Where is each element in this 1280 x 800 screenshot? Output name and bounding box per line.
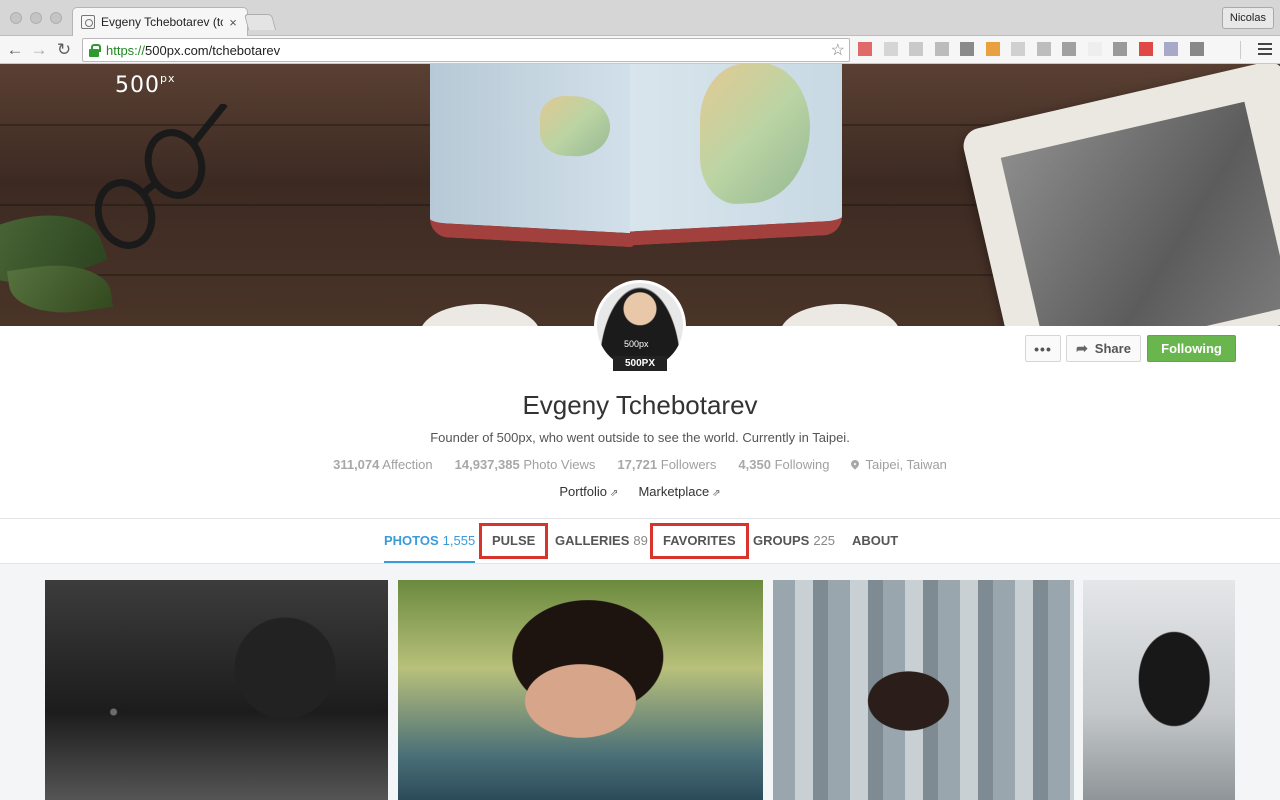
following-button[interactable]: Following — [1147, 335, 1236, 362]
toolbar-divider — [1240, 41, 1241, 59]
profile-tabs: PHOTOS 1,555 PULSE GALLERIES 89 FAVORITES … — [0, 518, 1280, 564]
stat-followers[interactable]: 17,721 Followers — [617, 457, 716, 472]
new-tab-button[interactable] — [243, 14, 277, 30]
stat-affection: 311,074 Affection — [333, 457, 433, 472]
url-scheme: https:// — [106, 42, 146, 58]
profile-name: Evgeny Tchebotarev — [522, 390, 758, 420]
location-pin-icon — [849, 458, 862, 470]
extension-icon[interactable] — [960, 42, 974, 56]
window-maximize-icon[interactable] — [50, 12, 62, 24]
extension-icon[interactable] — [909, 42, 923, 56]
bookmark-star-icon[interactable]: ☆ — [831, 40, 845, 60]
extension-icon[interactable] — [1011, 42, 1025, 56]
favicon-icon — [81, 15, 95, 29]
browser-menu-icon[interactable] — [1258, 40, 1272, 60]
extension-icon[interactable] — [1087, 42, 1102, 56]
500px-logo[interactable]: 500px — [115, 72, 176, 98]
cup-image — [420, 304, 540, 326]
extension-icon[interactable] — [883, 42, 898, 56]
tab-about[interactable]: ABOUT — [852, 519, 898, 563]
extension-icon[interactable] — [934, 42, 949, 56]
avatar-badge: 500PX — [613, 356, 667, 371]
photo-thumbnail[interactable] — [45, 580, 388, 800]
photo-thumbnail[interactable] — [1083, 580, 1235, 800]
stat-photo-views: 14,937,385 Photo Views — [454, 457, 596, 472]
eyeglasses-image — [95, 104, 228, 249]
profile-bio: Founder of 500px, who went outside to se… — [430, 430, 850, 445]
photo-thumbnail[interactable] — [773, 580, 1074, 800]
extension-icon[interactable] — [1189, 42, 1204, 56]
profile-stats: 311,074 Affection 14,937,385 Photo Views… — [0, 457, 1280, 472]
extension-icon[interactable] — [858, 42, 872, 56]
extension-icon[interactable] — [1164, 42, 1178, 56]
external-link-icon: ⇗ — [610, 488, 619, 499]
photo-thumbnail[interactable] — [398, 580, 763, 800]
browser-tab[interactable]: Evgeny Tchebotarev (tcheb × — [72, 7, 248, 36]
window-minimize-icon[interactable] — [30, 12, 42, 24]
stat-following[interactable]: 4,350 Following — [738, 457, 829, 472]
tab-title: Evgeny Tchebotarev (tcheb — [101, 15, 223, 29]
tab-groups[interactable]: GROUPS 225 — [753, 519, 835, 563]
tab-photos[interactable]: PHOTOS 1,555 — [384, 519, 476, 563]
photo-grid — [0, 564, 1280, 800]
cup-image — [780, 304, 900, 326]
share-label: Share — [1094, 341, 1131, 356]
url-path: 500px.com/tchebotarev — [145, 42, 281, 58]
tab-pulse[interactable]: PULSE — [479, 523, 549, 559]
window-close-icon[interactable] — [10, 12, 22, 24]
extension-icon[interactable] — [1113, 42, 1127, 56]
extension-icon[interactable] — [1138, 42, 1153, 56]
avatar-shirt-text: 500px — [624, 339, 649, 349]
stat-location: Taipei, Taiwan — [849, 457, 947, 472]
extension-icon[interactable] — [985, 42, 1000, 56]
reload-icon[interactable]: ↻ — [53, 39, 75, 61]
external-link-icon: ⇗ — [712, 488, 721, 499]
tab-galleries[interactable]: GALLERIES 89 — [555, 519, 648, 563]
profile-user-button[interactable]: Nicolas — [1221, 7, 1274, 29]
more-options-button[interactable]: ••• — [1025, 335, 1061, 362]
profile-links: Portfolio ⇗ Marketplace ⇗ — [0, 484, 1280, 499]
extension-icon[interactable] — [1036, 42, 1051, 56]
forward-arrow-icon[interactable]: → — [28, 39, 50, 61]
back-arrow-icon[interactable]: ← — [4, 39, 26, 61]
tab-favorites[interactable]: FAVORITES — [650, 523, 749, 559]
share-button[interactable]: ➦ Share — [1066, 335, 1141, 362]
browser-titlebar: Evgeny Tchebotarev (tcheb × Nicolas — [0, 0, 1280, 36]
lock-icon — [89, 43, 101, 57]
tab-close-icon[interactable]: × — [227, 15, 239, 30]
share-arrow-icon: ➦ — [1076, 340, 1088, 356]
portfolio-link[interactable]: Portfolio ⇗ — [559, 484, 618, 499]
extension-icon[interactable] — [1062, 42, 1076, 56]
tablet-image — [959, 64, 1280, 326]
address-bar[interactable]: https://500px.com/tchebotarev ☆ — [82, 38, 850, 62]
map-book-image — [392, 64, 874, 248]
marketplace-link[interactable]: Marketplace ⇗ — [638, 484, 720, 499]
browser-toolbar: ← → ↻ https://500px.com/tchebotarev ☆ — [0, 36, 1280, 64]
